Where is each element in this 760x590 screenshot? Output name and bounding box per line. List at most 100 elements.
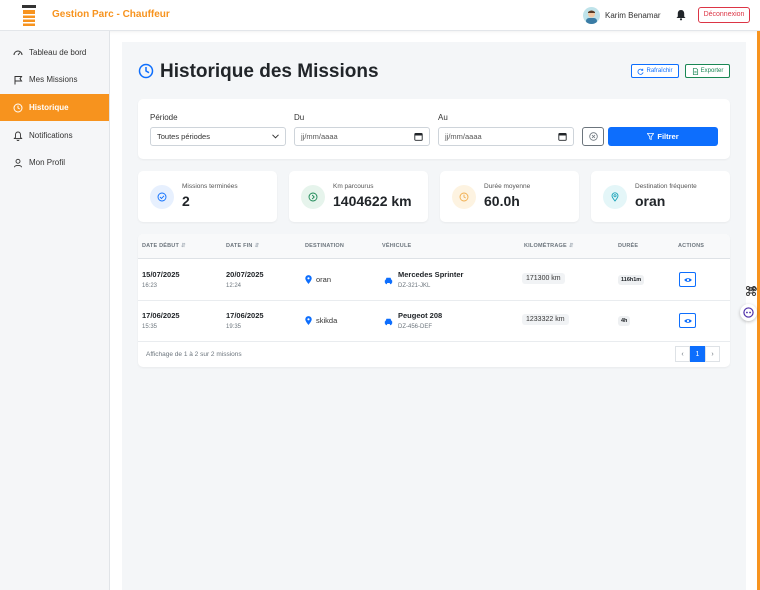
mileage-badge: 1233322 km xyxy=(522,314,569,325)
app-title: Gestion Parc - Chauffeur xyxy=(52,9,170,20)
end-date: 17/06/2025 xyxy=(226,311,264,320)
user-icon xyxy=(14,158,22,167)
to-date-input[interactable]: jj/mm/aaaa xyxy=(438,127,574,146)
vehicle-plate: DZ-456-DEF xyxy=(398,324,433,330)
pagination: ‹ 1 › xyxy=(675,346,720,362)
from-date-input[interactable]: jj/mm/aaaa xyxy=(294,127,430,146)
stat-value: 1404622 km xyxy=(333,193,412,209)
bell-icon xyxy=(13,131,23,141)
export-button[interactable]: Exporter xyxy=(685,64,730,78)
end-time: 12:24 xyxy=(226,283,242,289)
end-date: 20/07/2025 xyxy=(226,270,264,279)
sidebar-item-label: Historique xyxy=(29,103,69,112)
funnel-icon xyxy=(647,133,655,140)
column-header-date-debut[interactable]: Date début ⇵ xyxy=(142,243,186,249)
app-logo-icon xyxy=(22,5,36,26)
start-time: 15:35 xyxy=(142,324,158,330)
column-header-actions: Actions xyxy=(678,243,705,249)
vehicle-name: Mercedes Sprinter xyxy=(398,270,464,279)
user-name: Karim Benamar xyxy=(605,11,661,20)
sidebar-item-mon-profil[interactable]: Mon Profil xyxy=(0,149,109,176)
dashboard-gauge-icon xyxy=(13,50,23,55)
destination-cell: skikda xyxy=(305,316,337,325)
refresh-icon xyxy=(638,68,644,75)
map-pin-icon xyxy=(305,316,312,325)
sidebar-item-tableau-de-bord[interactable]: Tableau de bord xyxy=(0,39,109,66)
clock-icon xyxy=(13,103,23,112)
previous-page-button[interactable]: ‹ xyxy=(675,346,690,362)
top-header: Gestion Parc - Chauffeur Karim Benamar D… xyxy=(0,0,760,31)
view-details-button[interactable] xyxy=(679,313,696,328)
period-label: Période xyxy=(150,113,178,122)
chevron-down-icon xyxy=(272,134,279,139)
export-label: Exporter xyxy=(700,68,724,74)
eye-icon xyxy=(683,277,692,282)
column-header-vehicule: Véhicule xyxy=(382,243,412,249)
vehicle-name: Peugeot 208 xyxy=(398,311,443,320)
start-date: 15/07/2025 xyxy=(142,270,180,279)
table-header: Date début ⇵ Date fin ⇵ Destination Véhicu… xyxy=(138,234,730,259)
stat-value: 2 xyxy=(182,193,190,209)
period-select-value: Toutes périodes xyxy=(157,132,210,141)
from-date-label: Du xyxy=(294,113,305,122)
stat-value: oran xyxy=(635,193,666,209)
to-date-label: Au xyxy=(438,113,448,122)
stat-label: Missions terminées xyxy=(182,183,238,190)
sidebar-item-historique[interactable]: Historique xyxy=(0,94,109,121)
table-row: 17/06/2025 15:35 17/06/2025 19:35 skikda… xyxy=(138,301,730,342)
calendar-icon[interactable] xyxy=(414,132,423,141)
column-header-date-fin[interactable]: Date fin ⇵ xyxy=(226,243,259,249)
to-date-placeholder: jj/mm/aaaa xyxy=(445,132,482,141)
missions-table: Date début ⇵ Date fin ⇵ Destination Véhicu… xyxy=(138,234,730,367)
map-pin-icon xyxy=(305,275,312,284)
sidebar-item-label: Tableau de bord xyxy=(29,48,87,57)
pagination-info: Affichage de 1 à 2 sur 2 missions xyxy=(146,351,242,358)
sidebar-item-mes-missions[interactable]: Mes Missions xyxy=(0,66,109,93)
view-details-button[interactable] xyxy=(679,272,696,287)
filter-button[interactable]: Filtrer xyxy=(608,127,718,146)
clock-icon xyxy=(138,63,154,79)
stat-card-km: Km parcourus 1404622 km xyxy=(289,171,428,222)
logout-button[interactable]: Déconnexion xyxy=(698,7,750,23)
calendar-icon[interactable] xyxy=(558,132,567,141)
period-select[interactable]: Toutes périodes xyxy=(150,127,286,146)
start-date: 17/06/2025 xyxy=(142,311,180,320)
sort-icon: ⇵ xyxy=(181,243,186,249)
flag-icon xyxy=(14,75,23,84)
clear-x-circle-icon xyxy=(588,132,598,141)
sort-icon: ⇵ xyxy=(254,243,260,249)
start-time: 16:23 xyxy=(142,283,158,289)
clear-filters-button[interactable] xyxy=(582,127,604,146)
sidebar-item-notifications[interactable]: Notifications xyxy=(0,122,109,149)
notification-bell-icon[interactable] xyxy=(675,9,687,21)
sort-icon: ⇵ xyxy=(568,243,574,249)
filter-button-label: Filtrer xyxy=(657,132,679,141)
arrow-circle-icon xyxy=(301,185,325,209)
user-avatar[interactable] xyxy=(583,7,600,24)
stat-card-missions: Missions terminées 2 xyxy=(138,171,277,222)
command-key-icon[interactable] xyxy=(745,285,757,297)
table-row: 15/07/2025 16:23 20/07/2025 12:24 oran M… xyxy=(138,260,730,301)
column-header-kilometrage[interactable]: Kilométrage ⇵ xyxy=(524,243,574,249)
stat-card-destination: Destination fréquente oran xyxy=(591,171,730,222)
sidebar: Tableau de bord Mes Missions Historique … xyxy=(0,31,110,590)
car-icon xyxy=(384,318,393,326)
assistant-widget-button[interactable] xyxy=(740,304,757,321)
file-icon xyxy=(692,67,698,75)
column-header-duree: Durée xyxy=(618,243,639,249)
stat-card-duree: Durée moyenne 60.0h xyxy=(440,171,579,222)
stat-label: Durée moyenne xyxy=(484,183,531,190)
next-page-button[interactable]: › xyxy=(705,346,720,362)
stat-label: Destination fréquente xyxy=(635,183,697,190)
car-icon xyxy=(384,277,393,285)
page-title: Historique des Missions xyxy=(160,61,379,82)
sidebar-item-label: Mon Profil xyxy=(29,158,66,167)
refresh-label: Rafraîchir xyxy=(646,68,673,74)
refresh-button[interactable]: Rafraîchir xyxy=(631,64,679,78)
column-header-destination: Destination xyxy=(305,243,345,249)
vehicle-plate: DZ-321-JKL xyxy=(398,283,431,289)
map-pin-icon xyxy=(603,185,627,209)
stat-label: Km parcourus xyxy=(333,183,374,190)
check-circle-icon xyxy=(150,185,174,209)
page-button-current[interactable]: 1 xyxy=(690,346,705,362)
